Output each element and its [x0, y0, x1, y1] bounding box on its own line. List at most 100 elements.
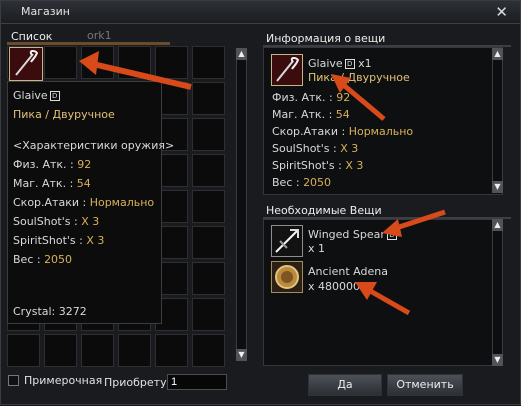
stat-value: X 3	[340, 142, 359, 155]
needed-scroll-down-button[interactable]: ▼	[492, 354, 503, 366]
inventory-slot[interactable]	[118, 46, 151, 79]
item-tooltip: Glaive D Пика / Двуручное <Характеристики…	[7, 81, 175, 324]
stat-row: SoulShot's : X 3	[272, 140, 413, 157]
tooltip-name-row: Glaive D	[13, 86, 156, 105]
info-item-qty: x1	[358, 57, 372, 70]
inventory-slot[interactable]	[192, 82, 225, 115]
stat-label: Маг. Атк. :	[13, 177, 77, 190]
stat-label: SpiritShot's :	[13, 234, 87, 247]
tooltip-spacer	[13, 124, 156, 136]
inventory-slot[interactable]	[192, 262, 225, 295]
needed-item-qty: x 480000	[308, 280, 360, 293]
stat-row: SpiritShot's : X 3	[272, 157, 413, 174]
stat-value: X 3	[81, 215, 100, 228]
stat-value: 92	[336, 91, 351, 104]
glaive-icon	[276, 56, 300, 82]
stat-row: Вес : 2050	[13, 250, 156, 269]
tooltip-stats-list: Физ. Атк. : 92 Маг. Атк. : 54 Скор.Атаки :…	[13, 155, 156, 269]
inventory-slot[interactable]	[192, 226, 225, 259]
left-scroll-down-button[interactable]: ▼	[236, 349, 247, 361]
info-scroll-down-button[interactable]: ▼	[492, 181, 503, 193]
buy-quantity-label: Приобрету	[104, 376, 167, 389]
winged-spear-icon-box	[271, 225, 303, 257]
list-tab-header: Список ork1	[7, 28, 170, 43]
cancel-button[interactable]: Отменить	[387, 374, 463, 396]
stat-row: SoulShot's : X 3	[13, 212, 156, 231]
stat-value: 54	[335, 108, 350, 121]
inventory-slot[interactable]	[192, 46, 225, 79]
needed-items-panel: Winged Spear D x 1 Ancient Adena x 480000	[263, 219, 503, 366]
inventory-slot[interactable]	[192, 334, 225, 367]
left-scroll-up-button[interactable]: ▲	[236, 48, 247, 60]
inventory-slot[interactable]	[192, 118, 225, 151]
tooltip-item-type: Пика / Двуручное	[13, 108, 115, 121]
left-scrollbar[interactable]: ▲ ▼	[236, 48, 247, 361]
stat-value: Нормально	[348, 125, 414, 138]
inventory-slot[interactable]	[155, 46, 188, 79]
right-top-scrollbar[interactable]: ▲ ▼	[492, 48, 503, 193]
stat-label: Маг. Атк. :	[272, 108, 336, 121]
needed-scroll-up-button[interactable]: ▲	[492, 219, 503, 231]
glaive-item-icon[interactable]	[9, 47, 43, 81]
stat-row: Скор.Атаки : Нормально	[272, 123, 413, 140]
needed-item-name: Winged Spear	[308, 228, 385, 241]
stat-row: Вес : 2050	[272, 174, 413, 191]
stat-label: Вес :	[13, 253, 45, 266]
title-bar: Магазин ✕	[1, 1, 520, 24]
inventory-slot[interactable]	[192, 190, 225, 223]
stat-label: Физ. Атк. :	[13, 158, 78, 171]
d-grade-icon: D	[386, 230, 397, 240]
stat-value: Нормально	[89, 196, 155, 209]
item-info-title: Информация о вещи	[266, 32, 386, 45]
item-info-panel: Glaive D x1 Пика / Двуручное Физ. Атк. : …	[263, 47, 503, 195]
right-bottom-scrollbar[interactable]: ▲ ▼	[492, 219, 503, 366]
stat-label: SoulShot's :	[272, 142, 341, 155]
stat-value: 2050	[44, 253, 73, 266]
stat-value: X 3	[345, 159, 364, 172]
inventory-slot[interactable]	[81, 46, 114, 79]
inventory-slot[interactable]	[118, 334, 151, 367]
stat-label: Скор.Атаки :	[13, 196, 90, 209]
info-item-type: Пика / Двуручное	[308, 71, 410, 84]
info-scroll-up-button[interactable]: ▲	[492, 48, 503, 60]
stat-row: Физ. Атк. : 92	[272, 89, 413, 106]
close-icon[interactable]: ✕	[495, 3, 508, 21]
stat-label: Вес :	[272, 176, 304, 189]
stat-value: X 3	[86, 234, 105, 247]
needed-item-name-row: Winged Spear D	[308, 228, 397, 241]
fitting-room-label: Примерочная	[24, 374, 103, 387]
stat-label: SpiritShot's :	[272, 159, 346, 172]
inventory-slot[interactable]	[192, 154, 225, 187]
tooltip-crystal: Crystal: 3272	[13, 305, 87, 318]
stat-value: 54	[76, 177, 91, 190]
ok-button[interactable]: Да	[308, 374, 382, 396]
tooltip-item-name: Glaive	[13, 89, 48, 102]
stat-label: Физ. Атк. :	[272, 91, 337, 104]
buy-quantity-input[interactable]	[167, 374, 227, 390]
inventory-slot[interactable]	[44, 334, 77, 367]
tab-ork1[interactable]: ork1	[87, 29, 112, 42]
d-grade-icon: D	[344, 59, 355, 69]
inventory-slot[interactable]	[192, 298, 225, 331]
stat-row: Физ. Атк. : 92	[13, 155, 156, 174]
stat-row: Маг. Атк. : 54	[13, 174, 156, 193]
tooltip-stats-header: <Характеристики оружия>	[13, 139, 175, 152]
info-stats-list: Физ. Атк. : 92 Маг. Атк. : 54 Скор.Атаки :…	[272, 89, 413, 191]
stat-row: SpiritShot's : X 3	[13, 231, 156, 250]
needed-items-title: Необходимые Вещи	[266, 204, 382, 217]
inventory-slot[interactable]	[155, 334, 188, 367]
stat-row: Скор.Атаки : Нормально	[13, 193, 156, 212]
glaive-icon	[10, 48, 42, 80]
adena-coin-icon	[275, 265, 299, 289]
fitting-room-checkbox[interactable]	[8, 375, 19, 386]
tab-underline	[7, 42, 170, 45]
stat-row: Маг. Атк. : 54	[272, 106, 413, 123]
inventory-slot[interactable]	[7, 334, 40, 367]
info-item-name: Glaive	[308, 57, 343, 70]
info-item-name-row: Glaive D x1	[308, 57, 372, 70]
needed-item-qty: x 1	[308, 242, 326, 255]
winged-spear-icon	[275, 229, 299, 253]
stat-label: SoulShot's :	[13, 215, 82, 228]
inventory-slot[interactable]	[81, 334, 114, 367]
inventory-slot[interactable]	[44, 46, 77, 79]
